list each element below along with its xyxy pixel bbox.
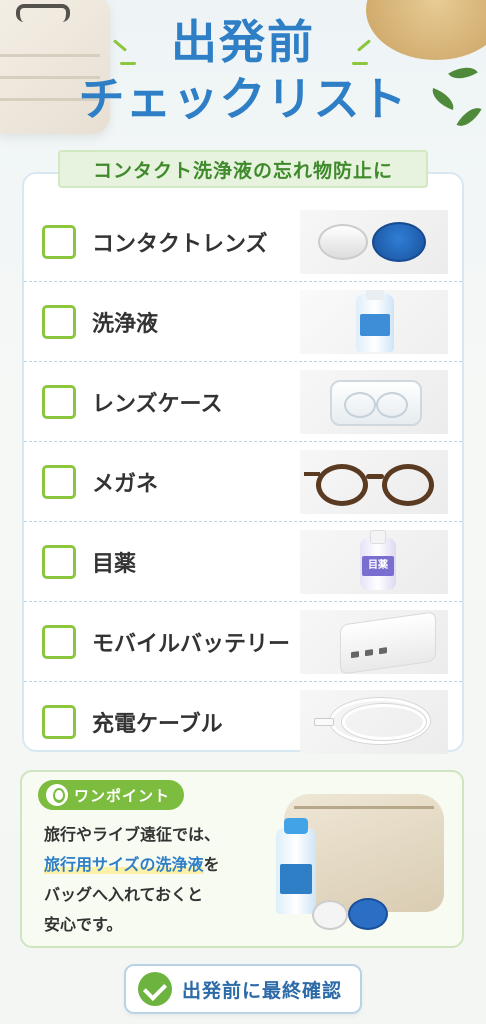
checkbox[interactable] <box>42 625 76 659</box>
checkbox[interactable] <box>42 385 76 419</box>
subtitle-banner: コンタクト洗浄液の忘れ物防止に <box>58 150 428 188</box>
check-icon <box>138 972 172 1006</box>
checklist-item-glasses[interactable]: メガネ <box>24 442 462 522</box>
eye-drops-image: 目薬 <box>300 530 448 594</box>
checklist-item-label: 目薬 <box>92 552 137 577</box>
checklist-item-label: コンタクトレンズ <box>92 232 268 257</box>
checklist-item-cleaning-solution[interactable]: 洗浄液 <box>24 282 462 362</box>
final-check-label: 出発前に最終確認 <box>182 979 343 1002</box>
page-title-line1: 出発前 <box>171 15 315 69</box>
checklist-item-label: メガネ <box>92 472 159 497</box>
checklist-item-label: 充電ケーブル <box>92 712 223 737</box>
sparkle-decoration <box>120 62 136 65</box>
page-header: 出発前 チェックリスト <box>0 14 486 128</box>
page-title-line2: チェックリスト <box>78 72 408 126</box>
checklist-item-contact-lens[interactable]: コンタクトレンズ <box>24 202 462 282</box>
checklist-item-eye-drops[interactable]: 目薬 目薬 <box>24 522 462 602</box>
checklist-item-mobile-battery[interactable]: モバイルバッテリー <box>24 602 462 682</box>
lens-case-cap-right <box>348 898 388 930</box>
cleaning-solution-image <box>300 290 448 354</box>
one-point-text-line2: 旅行用サイズの洗浄液を <box>44 850 274 880</box>
charging-cable-image <box>300 690 448 754</box>
travel-bottle-label <box>280 864 312 894</box>
checklist-item-label: レンズケース <box>92 392 223 417</box>
subtitle-text: コンタクト洗浄液の忘れ物防止に <box>92 159 393 182</box>
one-point-title: ワンポイント <box>74 786 171 805</box>
one-point-text-line4: 安心です。 <box>44 915 123 934</box>
checklist-item-label: モバイルバッテリー <box>92 632 291 657</box>
one-point-text: 旅行やライブ遠征では、 旅行用サイズの洗浄液を バッグへ入れておくと 安心です。 <box>44 820 274 940</box>
checkbox[interactable] <box>42 225 76 259</box>
lightbulb-icon <box>46 784 68 806</box>
one-point-text-line1: 旅行やライブ遠征では、 <box>44 825 221 844</box>
glasses-image <box>300 450 448 514</box>
checklist: コンタクトレンズ 洗浄液 レンズケース メガネ 目薬 目薬 モバイルバッテリー … <box>24 202 462 762</box>
checkbox[interactable] <box>42 305 76 339</box>
one-point-tip-box: ワンポイント 旅行やライブ遠征では、 旅行用サイズの洗浄液を バッグへ入れておく… <box>20 770 464 948</box>
checklist-item-label: 洗浄液 <box>92 312 159 337</box>
one-point-text-line2-suffix: を <box>203 855 220 874</box>
travel-bottle-cap <box>284 818 308 834</box>
one-point-text-line3: バッグへ入れておくと <box>44 885 204 904</box>
checklist-item-charging-cable[interactable]: 充電ケーブル <box>24 682 462 762</box>
sparkle-decoration <box>352 62 368 65</box>
checklist-card: コンタクトレンズ 洗浄液 レンズケース メガネ 目薬 目薬 モバイルバッテリー … <box>22 172 464 754</box>
lens-case-cap-left <box>312 900 348 930</box>
checkbox[interactable] <box>42 545 76 579</box>
checkbox[interactable] <box>42 465 76 499</box>
one-point-highlight: 旅行用サイズの洗浄液 <box>44 855 204 874</box>
contact-lens-case-image <box>300 210 448 274</box>
checkbox[interactable] <box>42 705 76 739</box>
mobile-battery-image <box>300 610 448 674</box>
final-check-button[interactable]: 出発前に最終確認 <box>124 964 362 1014</box>
pouch-zipper <box>294 806 434 809</box>
one-point-badge: ワンポイント <box>38 780 185 810</box>
checklist-item-lens-case[interactable]: レンズケース <box>24 362 462 442</box>
clear-lens-case-image <box>300 370 448 434</box>
eye-drops-label: 目薬 <box>362 556 394 576</box>
